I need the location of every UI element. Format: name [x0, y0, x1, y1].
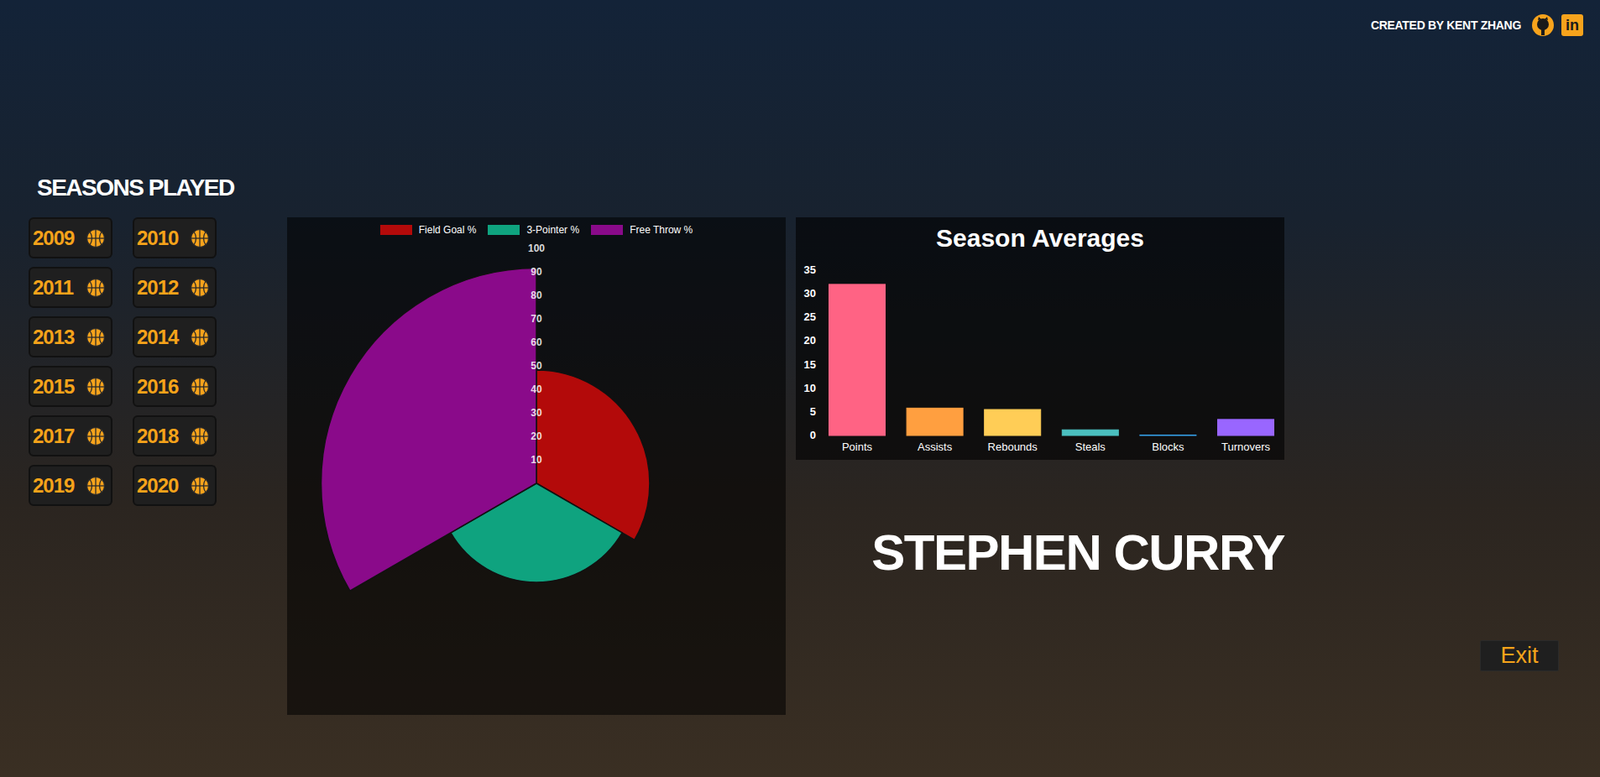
main-content: SEASONS PLAYED20092010201120122013201420…: [0, 171, 1600, 716]
right-column: Season Averages 35 30 25 20 15 10 5 0 Points Assis…: [795, 217, 1559, 672]
bar[interactable]: [1218, 419, 1275, 436]
season-year: 2010: [136, 226, 178, 251]
axis-tick: 30: [804, 287, 816, 300]
basketball-icon: [85, 327, 106, 348]
axis-tick: 30: [530, 407, 543, 419]
top-bar: CREATED BY KENT ZHANG in: [0, 0, 1600, 51]
axis-tick: 10: [804, 381, 816, 395]
season-button[interactable]: 2017: [28, 415, 113, 457]
season-year: 2016: [136, 375, 178, 399]
basketball-icon: [85, 426, 106, 447]
season-year: 2009: [32, 226, 74, 251]
legend-label: Field Goal %: [418, 224, 477, 236]
bar[interactable]: [984, 409, 1041, 436]
season-button[interactable]: 2015: [28, 366, 113, 408]
legend-swatch: [590, 224, 623, 236]
credits-text: CREATED BY KENT ZHANG: [1370, 18, 1522, 32]
axis-tick: 40: [530, 383, 543, 396]
axis-tick: 25: [804, 310, 816, 324]
axis-tick: 20: [804, 334, 816, 347]
axis-tick: 10: [530, 454, 543, 466]
polar-area-chart: 100 90 80 70 60 50 40 30 20 10: [287, 242, 786, 716]
season-button[interactable]: 2009: [28, 217, 113, 259]
season-year: 2012: [136, 276, 178, 300]
season-year: 2019: [32, 474, 74, 498]
basketball-icon: [85, 228, 106, 249]
season-button[interactable]: 2010: [132, 217, 217, 259]
basketball-icon: [189, 376, 210, 398]
season-list: 2009 2010 2011 2012 2013 2014 2015 2016 2017 2018…: [28, 217, 219, 507]
legend-swatch: [487, 224, 520, 236]
seasons-section: SEASONS PLAYED20092010201120122013201420…: [28, 171, 219, 507]
github-icon[interactable]: [1531, 13, 1555, 37]
basketball-icon: [85, 277, 106, 299]
chart-title: Season Averages: [795, 217, 1285, 260]
basketball-icon: [85, 376, 106, 398]
player-name-row: STEPHEN CURRY: [795, 523, 1285, 582]
basketball-icon: [189, 228, 210, 249]
averages-chart: Season Averages 35 30 25 20 15 10 5 0 Points Assis…: [795, 217, 1285, 461]
seasons-title: SEASONS PLAYED: [36, 171, 219, 204]
season-year: 2014: [136, 325, 178, 350]
basketball-icon: [189, 277, 210, 299]
player-name: STEPHEN CURRY: [871, 523, 1285, 582]
category-label: Rebounds: [988, 440, 1039, 454]
legend-item[interactable]: 3-Pointer %: [487, 224, 580, 236]
axis-tick: 100: [528, 242, 545, 255]
bar[interactable]: [829, 284, 886, 436]
category-label: Steals: [1075, 440, 1107, 454]
axis-tick: 70: [530, 313, 543, 325]
category-label: Turnovers: [1221, 440, 1271, 454]
axis-tick: 80: [530, 289, 543, 302]
bar[interactable]: [906, 407, 963, 436]
axis-tick: 15: [804, 358, 816, 372]
bar[interactable]: [1061, 429, 1119, 436]
basketball-icon: [189, 475, 210, 497]
season-year: 2013: [32, 325, 74, 350]
chart-legend: Field Goal % 3-Pointer % Free Throw %: [287, 217, 786, 243]
legend-label: 3-Pointer %: [526, 224, 580, 236]
axis-tick: 60: [530, 336, 543, 349]
page: CREATED BY KENT ZHANGinSEASONS PLAYED200…: [0, 0, 1600, 777]
season-year: 2020: [136, 474, 178, 498]
category-label: Assists: [917, 440, 953, 454]
axis-tick: 5: [810, 405, 816, 419]
linkedin-icon[interactable]: in: [1561, 14, 1584, 37]
shooting-chart: Field Goal % 3-Pointer % Free Throw % 100 90…: [287, 217, 786, 716]
season-button[interactable]: 2020: [132, 465, 217, 507]
axis-tick: 35: [804, 263, 816, 277]
season-button[interactable]: 2013: [28, 316, 113, 358]
basketball-icon: [189, 327, 210, 348]
legend-item[interactable]: Field Goal %: [380, 224, 477, 236]
category-label: Blocks: [1151, 440, 1185, 454]
season-year: 2018: [136, 424, 178, 449]
season-button[interactable]: 2014: [132, 316, 217, 358]
basketball-icon: [189, 426, 210, 447]
axis-tick: 50: [530, 360, 543, 372]
bar-chart: 35 30 25 20 15 10 5 0 Points Assists Rebounds Steal…: [795, 259, 1285, 461]
axis-tick: 20: [530, 430, 543, 443]
season-year: 2017: [32, 424, 74, 449]
season-button[interactable]: 2012: [132, 266, 217, 309]
polar-wedge[interactable]: [321, 268, 537, 592]
legend-item[interactable]: Free Throw %: [590, 224, 693, 236]
exit-button[interactable]: Exit: [1479, 640, 1559, 672]
category-label: Points: [841, 440, 874, 454]
season-button[interactable]: 2016: [132, 366, 217, 408]
season-year: 2011: [32, 276, 74, 300]
legend-label: Free Throw %: [629, 224, 693, 236]
season-button[interactable]: 2018: [132, 415, 217, 457]
legend-swatch: [380, 224, 413, 236]
season-button[interactable]: 2019: [28, 465, 113, 507]
basketball-icon: [85, 475, 106, 497]
season-year: 2015: [32, 375, 74, 399]
axis-tick: 90: [530, 266, 543, 278]
season-button[interactable]: 2011: [28, 266, 113, 309]
bar[interactable]: [1139, 434, 1197, 437]
axis-tick: 0: [810, 428, 816, 442]
